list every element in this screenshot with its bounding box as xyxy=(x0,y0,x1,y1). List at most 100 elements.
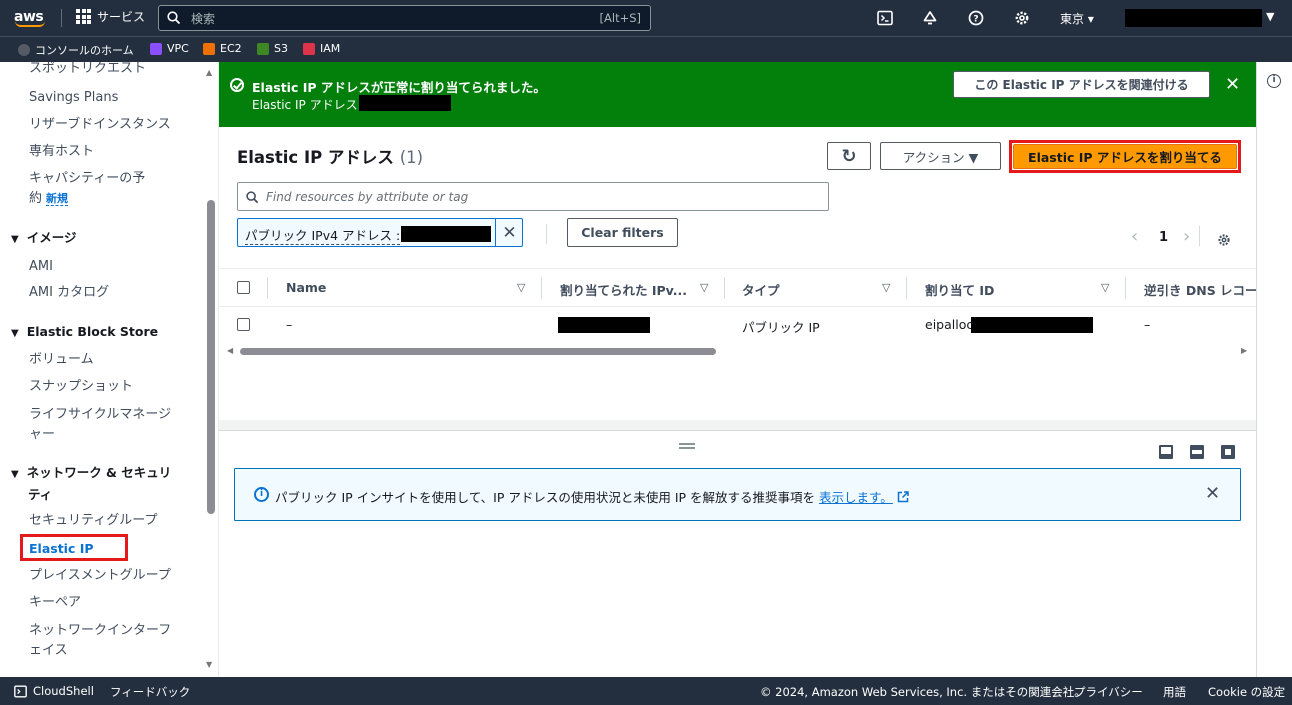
section-label: イメージ xyxy=(26,230,77,245)
sidebar-item-savings-plans[interactable]: Savings Plans xyxy=(29,88,118,108)
scroll-left-icon[interactable]: ◀ xyxy=(227,346,233,355)
caret-down-icon: ▼ xyxy=(11,328,19,339)
show-insights-link[interactable]: 表示します。 xyxy=(819,490,893,505)
iam-icon xyxy=(303,42,315,55)
next-page-icon[interactable]: › xyxy=(1183,226,1190,247)
account-menu-redacted[interactable] xyxy=(1125,9,1262,27)
preferences-gear-icon[interactable] xyxy=(1217,232,1231,251)
sidebar-item-reserved-instances[interactable]: リザーブドインスタンス xyxy=(29,115,171,135)
sort-icon[interactable]: ▽ xyxy=(882,281,890,294)
clear-filters-button[interactable]: Clear filters xyxy=(567,218,678,247)
sidebar-section-ebs[interactable]: ▼ Elastic Block Store xyxy=(11,322,158,344)
section-label: ネットワーク & セキュリ xyxy=(26,465,172,480)
resource-filter-input[interactable]: Find resources by attribute or tag xyxy=(237,182,829,211)
allocate-eip-button[interactable]: Elastic IP アドレスを割り当てる xyxy=(1013,144,1237,169)
sidebar-item-label: キャパシティーの予 xyxy=(29,171,146,186)
close-icon[interactable]: ✕ xyxy=(1205,483,1220,504)
page-number[interactable]: 1 xyxy=(1159,230,1168,245)
horizontal-scrollbar[interactable]: ◀ ▶ xyxy=(219,345,1256,357)
scroll-right-icon[interactable]: ▶ xyxy=(1241,346,1247,355)
fav-ec2[interactable]: EC2 xyxy=(203,42,242,55)
aws-logo[interactable]: aws xyxy=(14,6,50,30)
external-link-icon[interactable] xyxy=(897,491,909,503)
sort-icon[interactable]: ▽ xyxy=(700,281,708,294)
scrollbar-thumb[interactable] xyxy=(240,348,716,355)
sidebar-item-placement-groups[interactable]: プレイスメントグループ xyxy=(29,566,171,586)
refresh-button[interactable]: ↻ xyxy=(827,142,871,170)
select-all-checkbox[interactable] xyxy=(237,281,250,294)
sidebar-item-ami[interactable]: AMI xyxy=(29,257,53,277)
fav-label: コンソールのホーム xyxy=(35,44,134,57)
success-flash: Elastic IP アドレスが正常に割り当てられました。 Elastic IP… xyxy=(219,62,1256,127)
column-header-type[interactable]: タイプ xyxy=(742,280,780,299)
sidebar-section-images[interactable]: ▼ イメージ xyxy=(11,228,76,250)
feedback-link[interactable]: フィードバック xyxy=(110,684,190,700)
help-panel-rail: i xyxy=(1256,62,1292,677)
actions-button[interactable]: アクション ▼ xyxy=(880,142,1001,170)
fav-iam[interactable]: IAM xyxy=(303,42,340,55)
account-caret-icon[interactable]: ▼ xyxy=(1266,10,1274,23)
column-header-name[interactable]: Name xyxy=(286,280,326,295)
region-selector[interactable]: 東京 ▾ xyxy=(1060,10,1094,27)
sidebar-item-spot-requests[interactable]: スポットリクエスト xyxy=(29,62,146,79)
cell-name: – xyxy=(286,317,293,332)
cell-allocation-id[interactable]: eipalloc xyxy=(925,317,973,332)
section-label: ティ xyxy=(28,487,53,502)
table-header: Name ▽ 割り当てられた IPv... ▽ タイプ ▽ 割り当て ID ▽ … xyxy=(219,268,1258,307)
fav-console-home[interactable]: コンソールのホーム xyxy=(18,42,134,58)
column-header-allocated-ip[interactable]: 割り当てられた IPv... xyxy=(560,280,687,299)
flash-title: Elastic IP アドレスが正常に割り当てられました。 xyxy=(252,80,546,95)
drag-handle-icon[interactable] xyxy=(679,443,695,449)
gear-icon[interactable] xyxy=(1013,9,1031,27)
grid-icon xyxy=(76,9,91,24)
sidebar-item-label: ャー xyxy=(29,427,56,442)
sidebar-item-capacity-reservations[interactable]: キャパシティーの予 約新規 xyxy=(29,169,145,209)
services-button[interactable]: サービス xyxy=(76,8,145,25)
sidebar-item-ami-catalog[interactable]: AMI カタログ xyxy=(29,283,109,303)
sidebar-item-key-pairs[interactable]: キーペア xyxy=(29,593,81,613)
remove-filter-icon[interactable]: ✕ xyxy=(495,219,523,246)
sort-icon[interactable]: ▽ xyxy=(517,281,525,294)
cloudshell-button[interactable]: CloudShell xyxy=(14,684,94,698)
scroll-down-icon[interactable]: ▼ xyxy=(206,660,212,669)
fav-vpc[interactable]: VPC xyxy=(150,42,189,55)
scroll-up-icon[interactable]: ▲ xyxy=(206,68,212,77)
filter-token[interactable]: パブリック IPv4 アドレス : ✕ xyxy=(237,218,523,247)
privacy-link[interactable]: プライバシー xyxy=(1074,684,1143,700)
search-input[interactable]: 検索 [Alt+S] xyxy=(158,5,651,31)
fav-label: EC2 xyxy=(220,42,242,55)
cookie-settings-link[interactable]: Cookie の設定 xyxy=(1208,684,1285,700)
terms-link[interactable]: 用語 xyxy=(1163,684,1186,700)
fav-label: VPC xyxy=(167,42,189,55)
info-icon[interactable]: i xyxy=(1267,74,1281,88)
maximize-icon[interactable] xyxy=(1221,445,1235,459)
sidebar-scrollbar[interactable] xyxy=(207,200,215,514)
close-icon[interactable]: ✕ xyxy=(1225,74,1240,95)
search-icon xyxy=(167,11,181,25)
sidebar-item-volumes[interactable]: ボリューム xyxy=(29,350,94,370)
column-header-reverse-dns[interactable]: 逆引き DNS レコー xyxy=(1144,280,1258,299)
redacted-ip xyxy=(401,226,491,242)
sidebar-item-snapshots[interactable]: スナップショット xyxy=(29,377,133,397)
table-row[interactable]: – パブリック IP eipalloc – xyxy=(219,307,1256,343)
help-icon[interactable]: ? xyxy=(967,9,985,27)
sidebar-item-dedicated-hosts[interactable]: 専有ホスト xyxy=(29,142,94,162)
split-side-icon[interactable] xyxy=(1190,445,1204,459)
sidebar-section-network-security[interactable]: ▼ ネットワーク & セキュリ ティ xyxy=(11,463,171,505)
prev-page-icon[interactable]: ‹ xyxy=(1131,226,1138,247)
cloudshell-icon[interactable] xyxy=(876,9,894,27)
caret-down-icon: ▼ xyxy=(11,234,19,245)
split-bottom-icon[interactable] xyxy=(1159,445,1173,459)
associate-eip-button[interactable]: この Elastic IP アドレスを関連付ける xyxy=(953,71,1210,98)
column-header-allocation-id[interactable]: 割り当て ID xyxy=(925,280,994,299)
sidebar-item-security-groups[interactable]: セキュリティグループ xyxy=(29,511,157,531)
info-message: パブリック IP インサイトを使用して、IP アドレスの使用状況と未使用 IP … xyxy=(275,490,816,505)
fav-s3[interactable]: S3 xyxy=(257,42,288,55)
sidebar-item-lifecycle-manager[interactable]: ライフサイクルマネージ ャー xyxy=(29,405,171,445)
sidebar-item-network-interfaces[interactable]: ネットワークインターフ ェイス xyxy=(29,621,171,661)
sort-icon[interactable]: ▽ xyxy=(1101,281,1109,294)
row-checkbox[interactable] xyxy=(237,318,250,331)
cell-type: パブリック IP xyxy=(742,320,820,335)
search-placeholder: 検索 xyxy=(191,11,216,26)
bell-icon[interactable] xyxy=(921,9,939,27)
